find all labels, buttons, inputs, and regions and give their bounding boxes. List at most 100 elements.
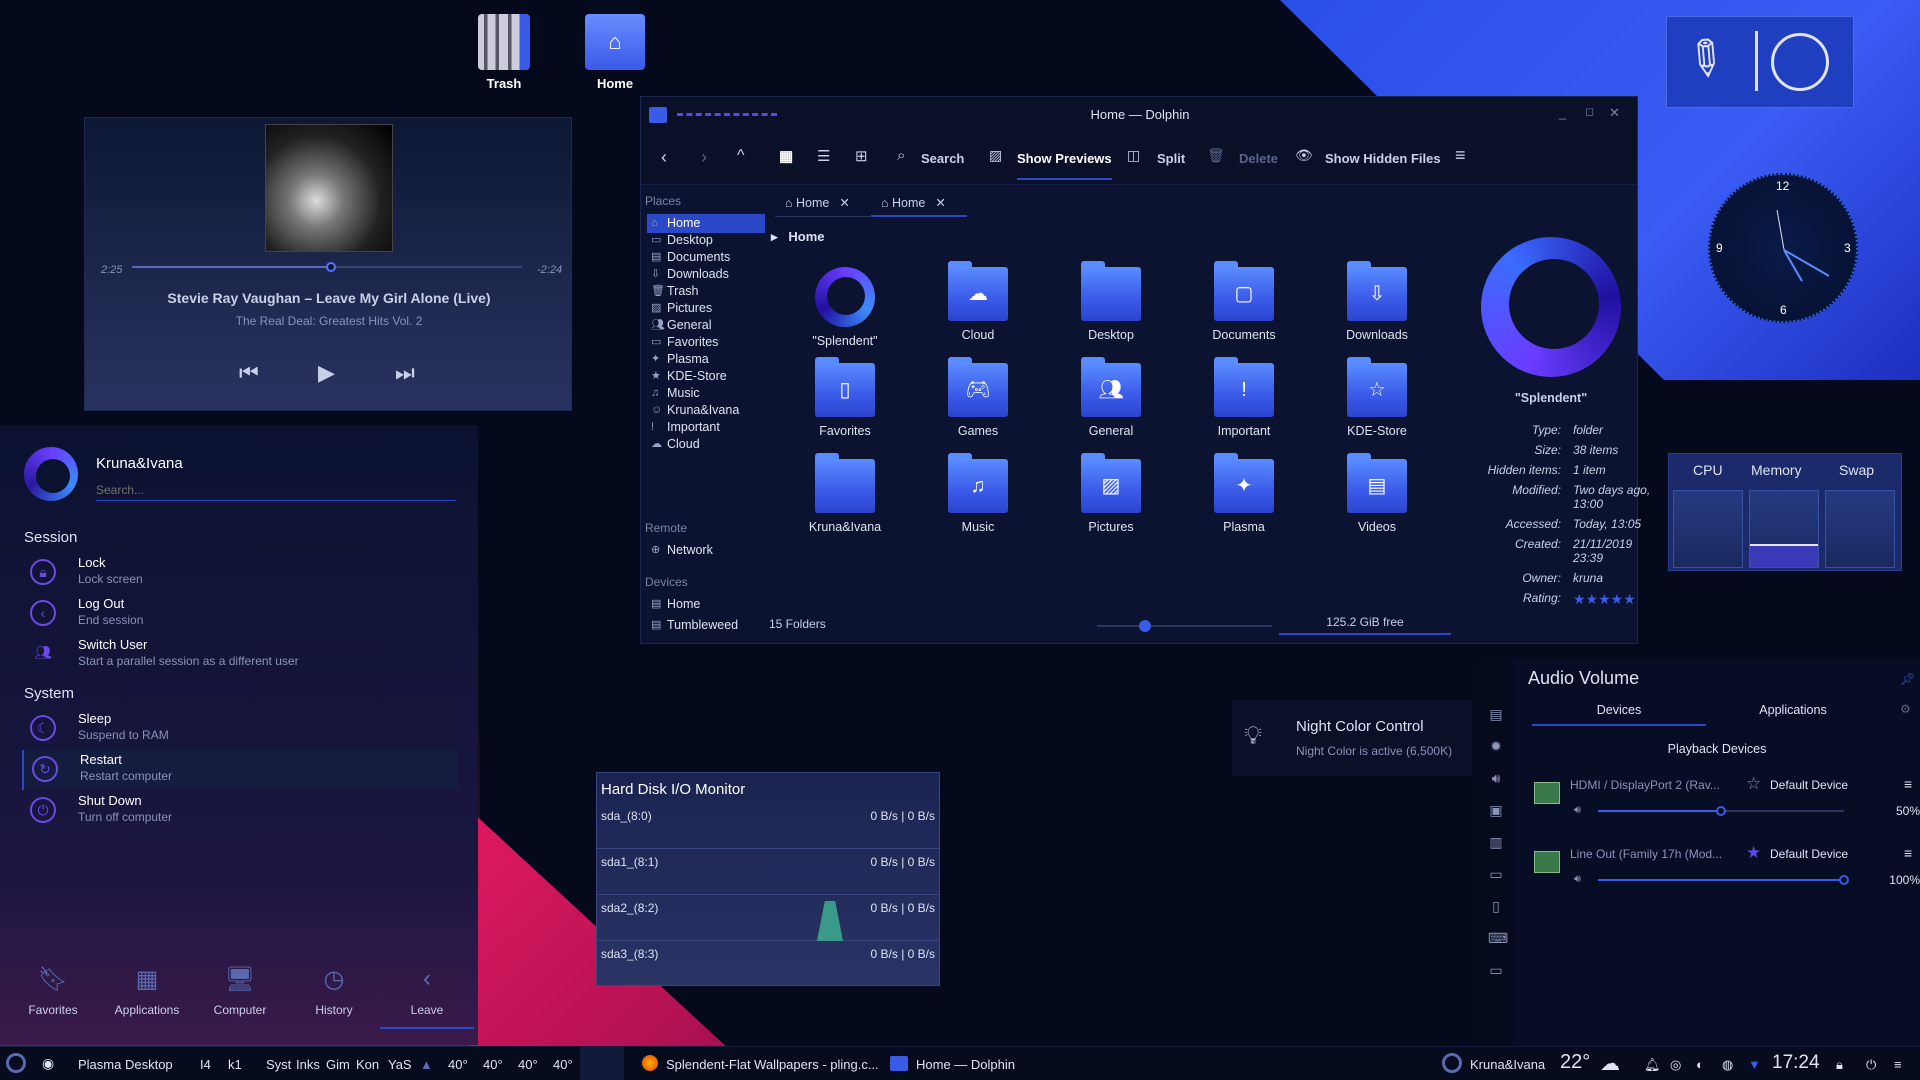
volume-handle[interactable] [1839, 875, 1849, 885]
tab-devices[interactable]: Devices [1532, 694, 1706, 726]
folder-item[interactable]: ▤ Videos [1317, 453, 1437, 534]
folder-item[interactable]: ♫ Music [918, 453, 1038, 534]
power-icon[interactable]: ⏻ [1866, 1057, 1876, 1073]
launcher-icon[interactable] [6, 1053, 26, 1073]
folder-item[interactable]: ! Important [1184, 357, 1304, 438]
color-picker-widget[interactable]: ✎ [1666, 16, 1854, 108]
search-input[interactable] [96, 479, 456, 501]
color-swatch-icon[interactable] [1771, 33, 1829, 91]
speaker-icon[interactable]: 🔊︎ [1574, 804, 1581, 817]
default-device-label[interactable]: Default Device [1770, 847, 1848, 861]
maximize-icon[interactable]: ◻ [1585, 105, 1594, 118]
sleep-button[interactable]: ☾ Sleep Suspend to RAM [22, 709, 458, 749]
folder-item[interactable]: ▯ Favorites [785, 357, 905, 438]
volume-handle[interactable] [1716, 806, 1726, 816]
show-previews-button[interactable]: Show Previews [1017, 151, 1112, 180]
pager-desktop-2[interactable]: k1 [228, 1057, 242, 1072]
folder-item[interactable]: "Splendent" [785, 267, 905, 348]
launcher-syst[interactable]: Syst [266, 1057, 291, 1072]
taskbar-user[interactable]: Kruna&Ivana [1470, 1057, 1545, 1072]
previous-track-icon[interactable]: ⏮ [239, 360, 259, 386]
zoom-slider[interactable] [1097, 620, 1272, 632]
folder-item[interactable]: 🎮︎ Games [918, 357, 1038, 438]
launcher-yas[interactable]: YaS [388, 1057, 412, 1072]
weather-icon[interactable]: ☁ [1600, 1051, 1620, 1076]
tray-expand-icon[interactable]: ▼ [1748, 1057, 1761, 1072]
applet-icons[interactable]: ▤ ✹ 🔊︎ ▣ ▥ ▭ ▯ ⌨ ▭ [1488, 698, 1508, 986]
logout-button[interactable]: ‹ Log Out End session [22, 594, 458, 634]
folder-item[interactable]: ⇩ Downloads [1317, 261, 1437, 342]
launcher-kon[interactable]: Kon [356, 1057, 379, 1072]
device-menu-icon[interactable]: ≡ [1904, 776, 1912, 792]
tab-leave[interactable]: ‹ Leave [380, 965, 474, 1029]
default-device-label[interactable]: Default Device [1770, 778, 1848, 792]
tab-home-2[interactable]: ⌂ Home ✕ [871, 191, 967, 217]
switch-user-button[interactable]: 👥︎ Switch User Start a parallel session as… [22, 635, 458, 675]
notifications-icon[interactable]: 🔔︎ [1644, 1057, 1661, 1073]
close-tab-icon[interactable]: ✕ [839, 196, 849, 210]
device-home[interactable]: ▤ Home [647, 595, 765, 614]
close-icon[interactable]: ✕ [1609, 105, 1620, 121]
search-icon[interactable]: ⌕ [897, 147, 905, 164]
zoom-handle[interactable] [1139, 620, 1151, 632]
menu-icon[interactable]: ≡ [1894, 1057, 1902, 1072]
close-tab-icon[interactable]: ✕ [935, 196, 945, 210]
place-cloud[interactable]: ☁ Cloud [647, 435, 765, 454]
pager-desktop-1[interactable]: I4 [200, 1057, 211, 1072]
hamburger-menu-icon[interactable]: ≡ [1455, 145, 1466, 166]
tab-favorites[interactable]: 🔖︎ Favorites [6, 965, 100, 1017]
clock-time[interactable]: 17:24 [1772, 1052, 1820, 1074]
eyedropper-icon[interactable]: ✎ [1672, 25, 1739, 94]
lock-button[interactable]: 🔒︎ Lock Lock screen [22, 553, 458, 593]
play-icon[interactable]: ▶ [318, 360, 335, 386]
delete-button[interactable]: Delete [1239, 151, 1278, 166]
default-star-icon[interactable]: ☆ [1746, 774, 1761, 794]
split-button[interactable]: Split [1157, 151, 1185, 166]
desktop-trash[interactable]: Trash [459, 14, 549, 91]
activity-label[interactable]: Plasma Desktop [78, 1057, 173, 1072]
show-hidden-files-button[interactable]: Show Hidden Files [1325, 151, 1441, 166]
lock-screen-icon[interactable]: 🔒︎ [1836, 1057, 1843, 1073]
next-track-icon[interactable]: ⏭ [395, 360, 415, 386]
tray-icon-3[interactable]: ◍ [1722, 1057, 1733, 1073]
folder-item[interactable]: ▢ Documents [1184, 261, 1304, 342]
breadcrumb[interactable]: ▸ Home [771, 229, 825, 245]
up-icon[interactable]: ^ [737, 147, 745, 165]
tray-icon-1[interactable]: ◎ [1670, 1057, 1681, 1073]
details-view-icon[interactable]: ⊞ [855, 147, 868, 165]
title-bar[interactable]: Home — Dolphin _ ◻ ✕ [641, 97, 1637, 133]
tab-computer[interactable]: 🖥︎ Computer [193, 965, 287, 1017]
shutdown-button[interactable]: ⏻ Shut Down Turn off computer [22, 791, 458, 831]
volume-slider[interactable] [1598, 875, 1849, 885]
folder-item[interactable]: ▨ Pictures [1051, 453, 1171, 534]
desktop-home[interactable]: ⌂ Home [570, 14, 660, 91]
folder-item[interactable]: ☁ Cloud [918, 261, 1038, 342]
icons-view-icon[interactable]: ▦ [779, 147, 793, 165]
volume-slider[interactable] [1598, 806, 1844, 816]
info-value[interactable]: ★★★★★ [1573, 591, 1663, 608]
default-star-icon[interactable]: ★ [1746, 843, 1761, 863]
folder-item[interactable]: 👥︎ General [1051, 357, 1171, 438]
tab-applications[interactable]: ▦ Applications [100, 965, 194, 1017]
folder-item[interactable]: ✦ Plasma [1184, 453, 1304, 534]
folder-item[interactable]: Kruna&Ivana [785, 453, 905, 534]
forward-icon[interactable]: › [701, 147, 707, 168]
folder-item[interactable]: ☆ KDE-Store [1317, 357, 1437, 438]
avatar[interactable] [24, 447, 78, 501]
place-network[interactable]: ⊕ Network [647, 541, 765, 560]
show-desktop-icon[interactable]: ◉ [42, 1055, 54, 1072]
tab-home-1[interactable]: ⌂ Home ✕ [775, 191, 871, 217]
tab-applications[interactable]: Applications [1706, 694, 1880, 726]
compact-view-icon[interactable]: ☰ [817, 147, 830, 165]
breadcrumb-home[interactable]: Home [788, 229, 824, 244]
tray-icon-2[interactable]: ◐ [1696, 1057, 1704, 1072]
tab-history[interactable]: ◷ History [287, 965, 381, 1017]
task-dolphin[interactable]: Home — Dolphin [916, 1057, 1015, 1072]
folder-item[interactable]: Desktop [1051, 261, 1171, 342]
restart-button[interactable]: ↻ Restart Restart computer [22, 750, 458, 790]
seek-handle[interactable] [325, 262, 336, 272]
device-tumbleweed[interactable]: ▤ Tumbleweed [647, 616, 765, 635]
device-menu-icon[interactable]: ≡ [1904, 845, 1912, 861]
task-firefox[interactable]: Splendent-Flat Wallpapers - pling.c... [666, 1057, 879, 1072]
back-icon[interactable]: ‹ [661, 147, 667, 168]
